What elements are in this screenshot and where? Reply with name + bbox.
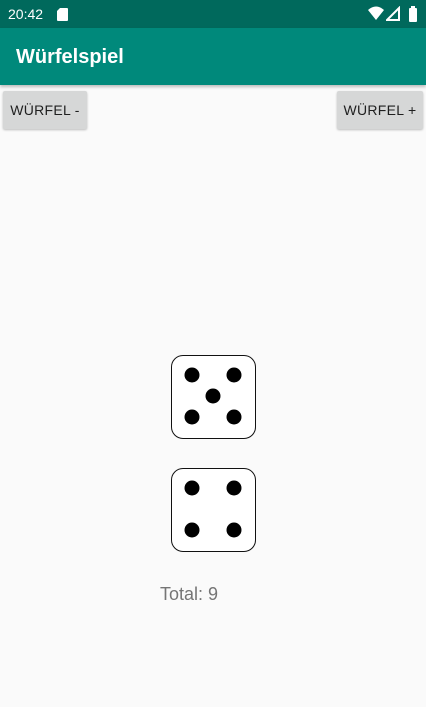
status-bar: 20:42 <box>0 0 426 28</box>
signal-icon <box>386 6 400 21</box>
die-2-face <box>184 480 242 538</box>
die-1-pip <box>226 367 242 383</box>
die-1-pip <box>205 388 221 404</box>
die-2-pip <box>184 522 200 538</box>
die-1-pip <box>184 367 200 383</box>
app-title: Würfelspiel <box>16 46 124 68</box>
die-2-pip <box>184 480 200 496</box>
app-bar: Würfelspiel <box>0 28 426 85</box>
status-time: 20:42 <box>8 6 44 22</box>
die-2[interactable] <box>171 468 256 552</box>
die-1-pip <box>184 409 200 425</box>
wifi-icon <box>368 6 384 20</box>
total-label: Total: 9 <box>160 584 219 604</box>
add-die-button[interactable]: WÜRFEL + <box>337 91 423 129</box>
die-1[interactable] <box>171 355 256 439</box>
sd-card-icon <box>57 8 68 21</box>
die-2-pip <box>226 522 242 538</box>
die-2-pip <box>226 480 242 496</box>
remove-die-button[interactable]: WÜRFEL - <box>3 91 87 129</box>
die-1-pip <box>226 409 242 425</box>
battery-icon <box>409 6 417 22</box>
die-1-face <box>184 367 242 425</box>
